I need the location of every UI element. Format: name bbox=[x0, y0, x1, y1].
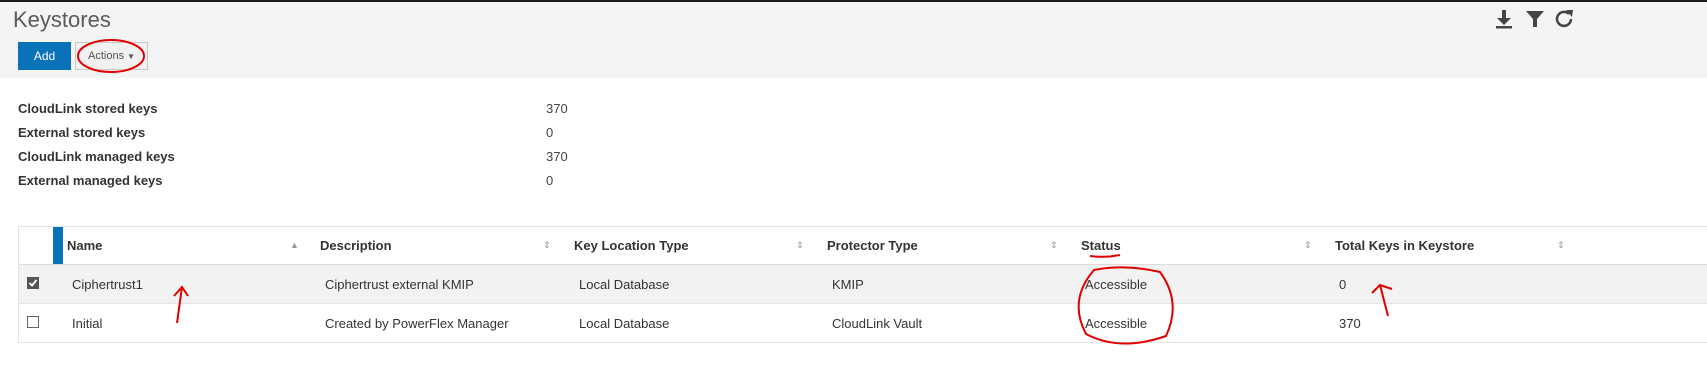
filter-icon[interactable] bbox=[1524, 8, 1546, 30]
summary-value-cloudlink-stored: 370 bbox=[546, 101, 568, 116]
refresh-icon[interactable] bbox=[1553, 8, 1575, 30]
cell-total-keys: 0 bbox=[1339, 277, 1347, 292]
actions-dropdown-button[interactable]: Actions ▼ bbox=[75, 42, 148, 70]
sort-icon[interactable]: ⇕ bbox=[1050, 240, 1058, 251]
summary-label-external-managed: External managed keys bbox=[18, 173, 163, 188]
table-header-row: Name ▲ Description ⇕ Key Location Type ⇕… bbox=[19, 227, 1707, 265]
page-title: Keystores bbox=[13, 7, 111, 32]
row-checkbox-checked[interactable] bbox=[27, 277, 39, 289]
table-row[interactable]: Ciphertrust1 Ciphertrust external KMIP L… bbox=[19, 265, 1707, 304]
cell-description: Ciphertrust external KMIP bbox=[325, 277, 474, 292]
column-header-key-location-type[interactable]: Key Location Type bbox=[574, 238, 689, 253]
summary-label-cloudlink-stored: CloudLink stored keys bbox=[18, 101, 158, 116]
cell-name: Initial bbox=[72, 316, 103, 331]
sort-ascending-icon[interactable]: ▲ bbox=[290, 240, 299, 250]
sort-icon[interactable]: ⇕ bbox=[1557, 240, 1565, 251]
download-icon[interactable] bbox=[1493, 8, 1515, 30]
summary-value-cloudlink-managed: 370 bbox=[546, 149, 568, 164]
cell-protector-type: CloudLink Vault bbox=[832, 316, 923, 331]
actions-label: Actions bbox=[88, 50, 125, 62]
summary-label-external-stored: External stored keys bbox=[18, 125, 146, 140]
summary-value-external-stored: 0 bbox=[546, 125, 554, 140]
add-button[interactable]: Add bbox=[18, 42, 71, 70]
cell-key-location-type: Local Database bbox=[579, 277, 670, 292]
row-checkbox[interactable] bbox=[27, 316, 39, 328]
summary-label-cloudlink-managed: CloudLink managed keys bbox=[18, 149, 175, 164]
cell-name: Ciphertrust1 bbox=[72, 277, 143, 292]
cell-status: Accessible bbox=[1085, 277, 1148, 292]
column-header-status[interactable]: Status bbox=[1081, 238, 1121, 253]
header-area bbox=[0, 2, 1707, 78]
column-header-description[interactable]: Description bbox=[320, 238, 392, 253]
column-header-name[interactable]: Name bbox=[67, 238, 102, 253]
cell-protector-type: KMIP bbox=[832, 277, 864, 292]
cell-status: Accessible bbox=[1085, 316, 1148, 331]
cell-key-location-type: Local Database bbox=[579, 316, 670, 331]
selection-indicator bbox=[53, 227, 63, 264]
column-header-protector-type[interactable]: Protector Type bbox=[827, 238, 918, 253]
sort-icon[interactable]: ⇕ bbox=[1304, 240, 1312, 251]
summary-value-external-managed: 0 bbox=[546, 173, 554, 188]
keystores-table: Name ▲ Description ⇕ Key Location Type ⇕… bbox=[18, 226, 1707, 343]
column-header-total-keys[interactable]: Total Keys in Keystore bbox=[1335, 238, 1474, 253]
checkmark-icon bbox=[28, 279, 38, 287]
sort-icon[interactable]: ⇕ bbox=[543, 240, 551, 251]
sort-icon[interactable]: ⇕ bbox=[796, 240, 804, 251]
cell-total-keys: 370 bbox=[1339, 316, 1361, 331]
caret-down-icon: ▼ bbox=[127, 51, 135, 61]
table-row[interactable]: Initial Created by PowerFlex Manager Loc… bbox=[19, 304, 1707, 343]
cell-description: Created by PowerFlex Manager bbox=[325, 316, 509, 331]
